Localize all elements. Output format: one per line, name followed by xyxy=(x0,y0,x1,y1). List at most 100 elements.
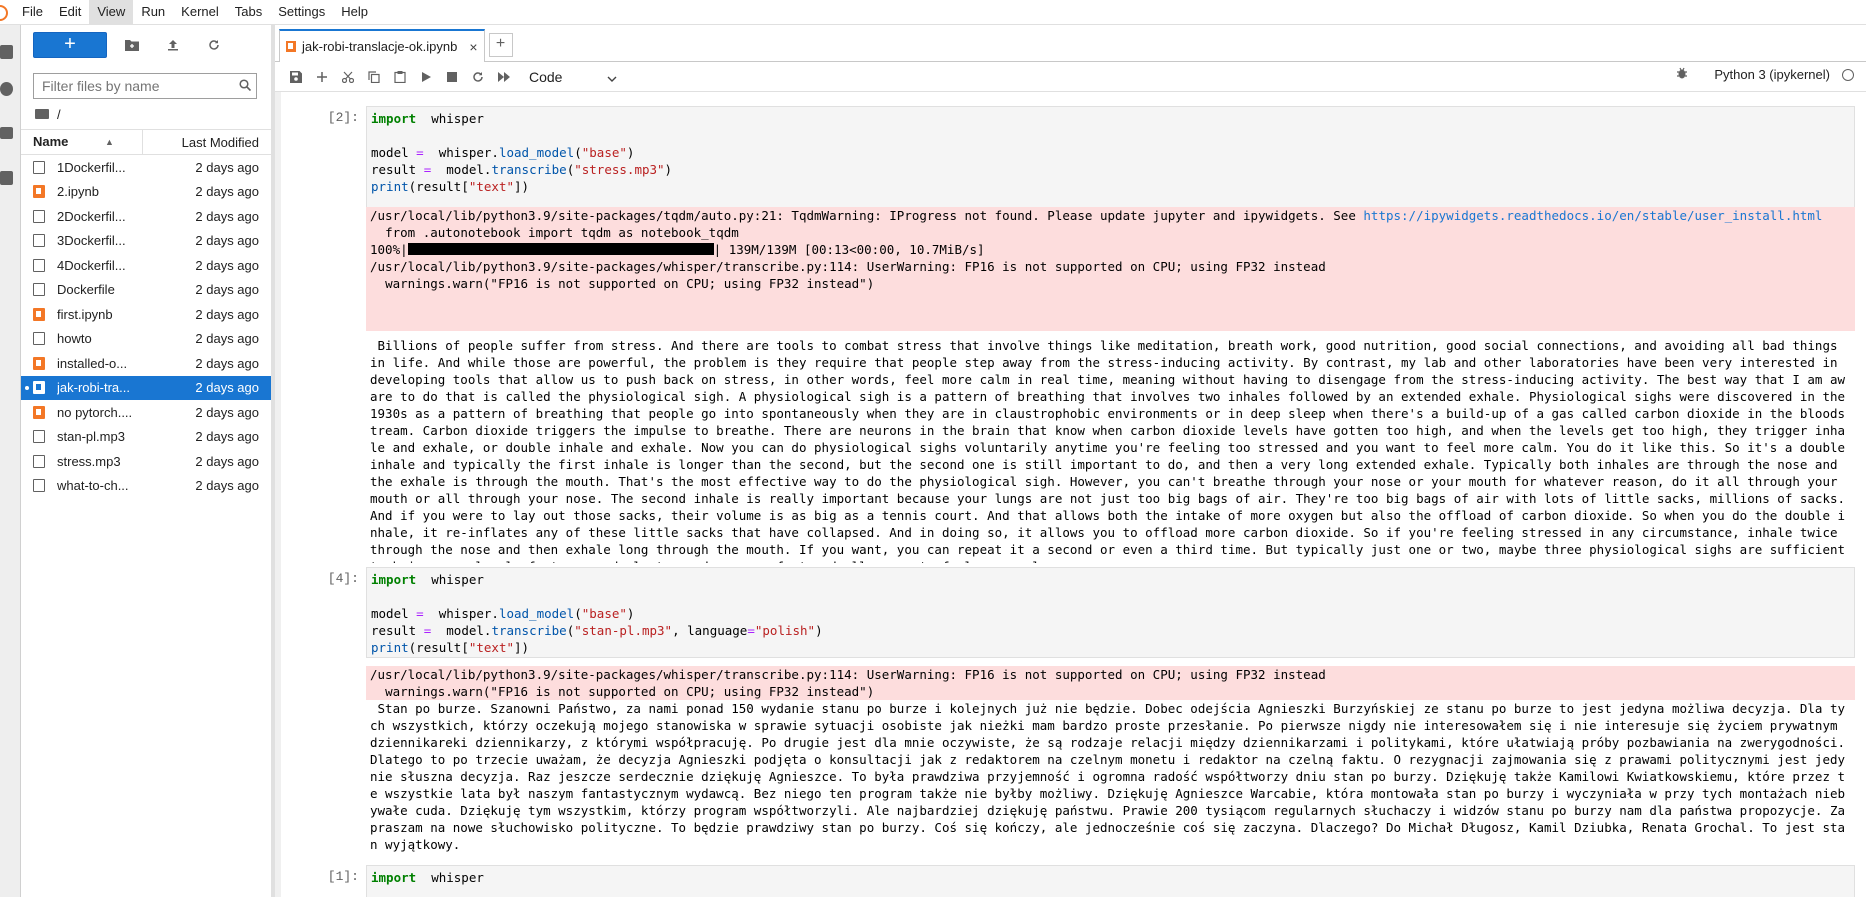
file-row[interactable]: 2.ipynb 2 days ago xyxy=(21,180,271,205)
code-editor[interactable]: import whisper model = whisper.load_mode… xyxy=(366,567,1855,658)
file-name: Dockerfile xyxy=(57,282,115,298)
stderr-link[interactable]: https://ipywidgets.readthedocs.io/en/sta… xyxy=(1363,208,1822,223)
file-icon xyxy=(33,479,45,493)
file-row[interactable]: 3Dockerfil... 2 days ago xyxy=(21,229,271,254)
kernel-name[interactable]: Python 3 (ipykernel) xyxy=(1714,67,1830,82)
copy-icon[interactable] xyxy=(361,66,387,88)
refresh-icon[interactable] xyxy=(198,33,230,57)
menu-help[interactable]: Help xyxy=(333,0,376,24)
notebook-content[interactable]: [2]: import whisper model = whisper.load… xyxy=(275,92,1866,897)
notebook-icon xyxy=(33,307,45,321)
cell-prompt: [1]: xyxy=(327,869,359,884)
code-token: ) xyxy=(815,623,823,638)
debugger-bug-icon[interactable] xyxy=(1676,67,1688,82)
file-row[interactable]: installed-o... 2 days ago xyxy=(21,351,271,376)
file-row[interactable]: no pytorch.... 2 days ago xyxy=(21,400,271,425)
menu-kernel[interactable]: Kernel xyxy=(173,0,227,24)
code-token: whisper xyxy=(416,572,484,587)
file-name: howto xyxy=(57,331,92,347)
code-token: import xyxy=(371,572,417,587)
extension-icon[interactable] xyxy=(0,171,13,185)
filter-files-field[interactable] xyxy=(33,73,257,99)
code-token: import xyxy=(371,870,417,885)
code-token: whisper. xyxy=(423,606,499,621)
menu-view[interactable]: View xyxy=(89,0,134,24)
code-editor[interactable]: import whisper model = whisper.load_mode… xyxy=(366,106,1855,208)
column-name-header[interactable]: Name ▲ xyxy=(21,130,143,154)
file-icon xyxy=(33,283,45,297)
scrollbar[interactable] xyxy=(275,92,281,897)
code-token: "stress.mp3" xyxy=(574,162,665,177)
code-token: whisper xyxy=(416,870,484,885)
code-token: = xyxy=(416,606,424,621)
menu-edit[interactable]: Edit xyxy=(51,0,89,24)
file-row[interactable]: stress.mp3 2 days ago xyxy=(21,449,271,474)
breadcrumb-root[interactable]: / xyxy=(57,107,61,122)
file-name: first.ipynb xyxy=(57,306,113,322)
file-row[interactable]: stan-pl.mp3 2 days ago xyxy=(21,425,271,450)
notebook-toolbar: Code xyxy=(275,62,1866,92)
upload-icon[interactable] xyxy=(157,33,189,57)
download-progress-bar xyxy=(407,243,714,255)
fast-forward-icon[interactable] xyxy=(491,66,517,88)
running-icon[interactable] xyxy=(0,82,13,96)
file-row[interactable]: howto 2 days ago xyxy=(21,327,271,352)
code-token: load_model xyxy=(498,606,575,621)
file-modified: 2 days ago xyxy=(195,159,259,175)
paste-icon[interactable] xyxy=(387,66,413,88)
home-folder-icon[interactable] xyxy=(35,109,49,119)
new-folder-icon[interactable] xyxy=(116,33,148,57)
menu-run[interactable]: Run xyxy=(133,0,173,24)
file-row[interactable]: 4Dockerfil... 2 days ago xyxy=(21,253,271,278)
file-row[interactable]: what-to-ch... 2 days ago xyxy=(21,474,271,499)
toc-icon[interactable] xyxy=(0,127,13,139)
tab-notebook[interactable]: jak-robi-translacje-ok.ipynb × xyxy=(279,29,485,62)
close-icon[interactable]: × xyxy=(469,39,477,55)
code-token: ]) xyxy=(514,179,530,194)
activity-bar xyxy=(0,25,21,897)
file-row[interactable]: jak-robi-tra... 2 days ago xyxy=(21,375,271,400)
save-icon[interactable] xyxy=(283,66,309,88)
file-icon xyxy=(33,454,45,468)
insert-cell-icon[interactable] xyxy=(309,66,335,88)
cut-icon[interactable] xyxy=(335,66,361,88)
new-launcher-button[interactable]: + xyxy=(33,32,107,58)
notebook-icon xyxy=(33,356,45,370)
cell-type-select[interactable]: Code xyxy=(529,67,617,87)
code-token: print xyxy=(371,179,409,194)
file-icon xyxy=(33,209,45,223)
column-modified-header[interactable]: Last Modified xyxy=(143,135,271,150)
code-token: "base" xyxy=(581,145,627,160)
code-token: , language xyxy=(672,623,748,638)
file-modified: 2 days ago xyxy=(195,233,259,249)
file-name: jak-robi-tra... xyxy=(57,380,130,396)
notebook-icon xyxy=(286,41,296,52)
file-name: installed-o... xyxy=(57,355,128,371)
menu-file[interactable]: File xyxy=(14,0,51,24)
file-list: 1Dockerfil... 2 days ago 2.ipynb 2 days ago… xyxy=(21,155,271,498)
file-name: 2.ipynb xyxy=(57,184,99,200)
code-token: result xyxy=(371,623,424,638)
cell-prompt: [4]: xyxy=(327,571,359,586)
run-icon[interactable] xyxy=(413,66,439,88)
stderr-output: /usr/local/lib/python3.9/site-packages/w… xyxy=(366,666,1855,700)
restart-icon[interactable] xyxy=(465,66,491,88)
notebook-icon xyxy=(33,405,45,419)
menu-tabs[interactable]: Tabs xyxy=(227,0,270,24)
filter-files-input[interactable] xyxy=(34,77,234,95)
stop-icon[interactable] xyxy=(439,66,465,88)
file-row[interactable]: Dockerfile 2 days ago xyxy=(21,278,271,303)
file-row[interactable]: first.ipynb 2 days ago xyxy=(21,302,271,327)
file-name: 3Dockerfil... xyxy=(57,233,126,249)
column-name-label: Name xyxy=(33,134,69,149)
notebook-icon xyxy=(33,185,45,199)
file-row[interactable]: 2Dockerfil... 2 days ago xyxy=(21,204,271,229)
file-row[interactable]: 1Dockerfil... 2 days ago xyxy=(21,155,271,180)
tab-bar: jak-robi-translacje-ok.ipynb × + xyxy=(275,25,1866,62)
code-token: model. xyxy=(431,162,492,177)
menu-settings[interactable]: Settings xyxy=(270,0,333,24)
add-tab-button[interactable]: + xyxy=(488,33,513,57)
code-editor[interactable]: import whisper xyxy=(366,865,1855,897)
folder-icon[interactable] xyxy=(0,45,13,59)
code-token: = xyxy=(747,623,755,638)
